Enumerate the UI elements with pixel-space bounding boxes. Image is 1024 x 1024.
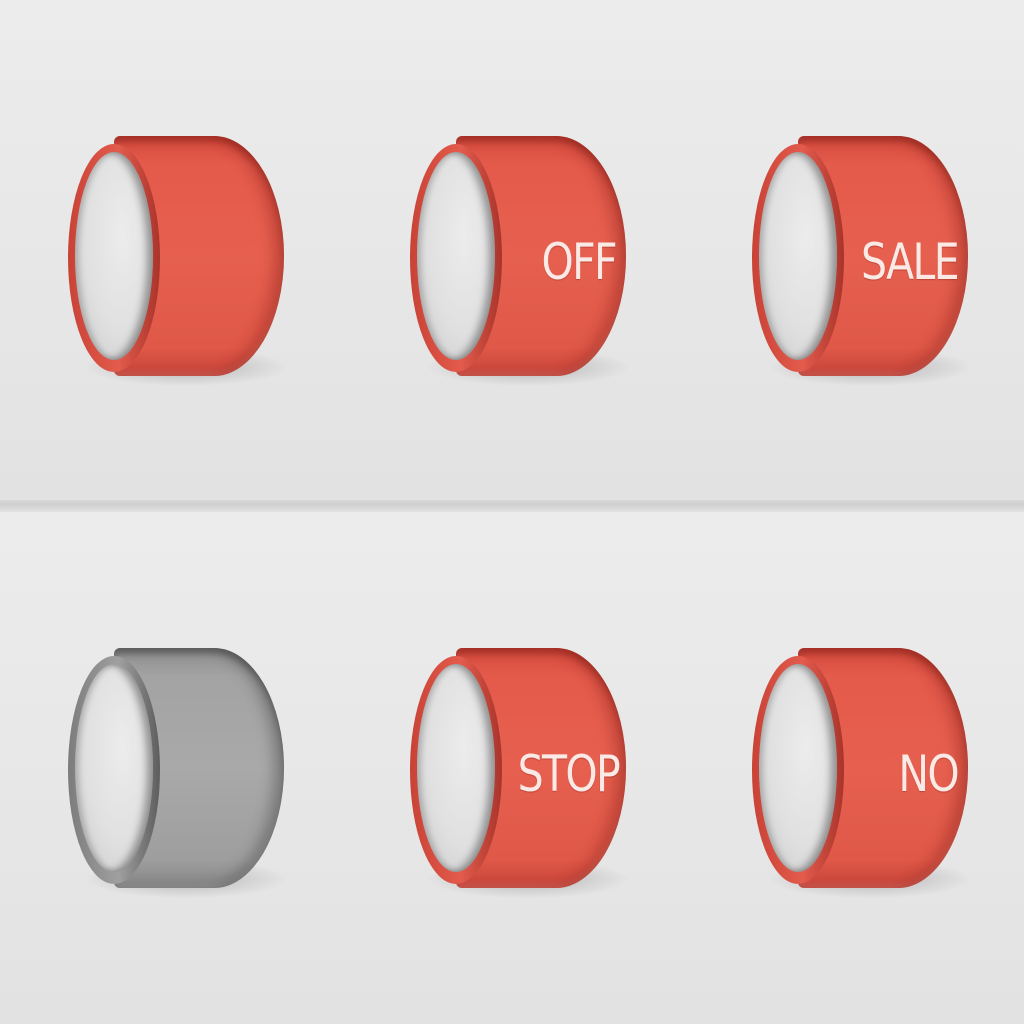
toggle-label-no: NO: [898, 745, 959, 803]
toggle-disabled[interactable]: [68, 648, 288, 898]
toggle-face-icon[interactable]: [75, 664, 153, 872]
toggle-face-icon[interactable]: [75, 152, 153, 360]
toggle-face-icon[interactable]: [759, 152, 837, 360]
toggle-label-stop: STOP: [517, 745, 621, 803]
toggle-label-off: OFF: [541, 233, 617, 291]
toggle-face-icon[interactable]: [759, 664, 837, 872]
toggle-blank[interactable]: [68, 136, 288, 386]
panel-divider: [0, 500, 1024, 512]
toggle-no[interactable]: NO: [752, 648, 972, 898]
toggle-face-icon[interactable]: [417, 152, 495, 360]
toggle-face-icon[interactable]: [417, 664, 495, 872]
toggle-label-sale: SALE: [860, 233, 960, 291]
toggle-sale[interactable]: SALE: [752, 136, 972, 386]
toggle-off[interactable]: OFF: [410, 136, 630, 386]
toggle-stop[interactable]: STOP: [410, 648, 630, 898]
